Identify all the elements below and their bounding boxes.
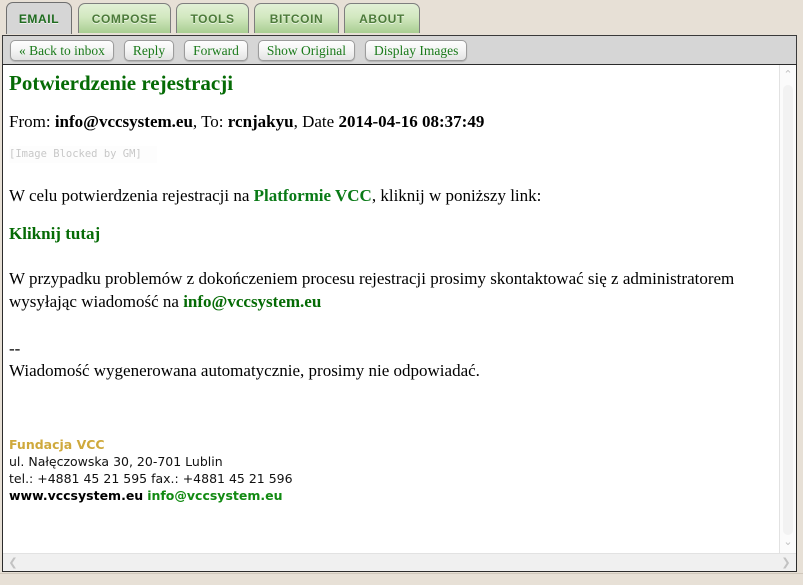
signature-phone: tel.: +4881 45 21 595 fax.: +4881 45 21 … xyxy=(9,470,293,486)
signature-links: www.vccsystem.eu info@vccsystem.eu xyxy=(9,487,777,504)
tab-compose-label: COMPOSE xyxy=(91,11,158,26)
body-p2-pre: W przypadku problemów z dokończeniem pro… xyxy=(9,268,735,311)
vertical-scrollbar[interactable]: ⌃ ⌄ xyxy=(779,65,796,556)
signature-email[interactable]: info@vccsystem.eu xyxy=(147,488,282,503)
tab-tools[interactable]: TOOLS xyxy=(176,3,249,33)
email-subject: Potwierdzenie rejestracji xyxy=(9,71,234,95)
tab-bitcoin[interactable]: BITCOIN xyxy=(254,3,339,33)
signature-separator: -- xyxy=(9,338,21,358)
date-label: Date xyxy=(302,112,335,131)
platform-name: Platformie VCC xyxy=(253,186,372,205)
message-body: Potwierdzenie rejestracji From: info@vcc… xyxy=(3,65,781,555)
signature-website[interactable]: www.vccsystem.eu xyxy=(9,488,143,503)
scroll-right-icon[interactable]: ❯ xyxy=(778,554,794,571)
blocked-image-placeholder: [Image Blocked by GM] xyxy=(9,146,157,163)
tab-about[interactable]: ABOUT xyxy=(344,3,420,33)
body-paragraph-2: W przypadku problemów z dokończeniem pro… xyxy=(9,268,777,314)
window-bottom-edge xyxy=(0,573,803,585)
email-signature: Fundacja VCC ul. Nałęczowska 30, 20-701 … xyxy=(9,436,777,504)
meta-comma-2: , xyxy=(293,112,303,131)
back-to-inbox-button[interactable]: « Back to inbox xyxy=(10,39,114,61)
body-p1-pre: W celu potwierdzenia rejestracji na xyxy=(9,186,254,205)
scroll-left-icon[interactable]: ❮ xyxy=(5,554,21,571)
forward-button[interactable]: Forward xyxy=(184,39,248,61)
date-value: 2014-04-16 08:37:49 xyxy=(338,112,485,131)
show-original-button[interactable]: Show Original xyxy=(257,39,355,61)
confirm-registration-link[interactable]: Kliknij tutaj xyxy=(9,224,100,243)
tab-compose[interactable]: COMPOSE xyxy=(78,3,171,33)
to-value: rcnjakyu xyxy=(227,112,294,131)
to-label: To: xyxy=(201,112,224,131)
scroll-up-icon[interactable]: ⌃ xyxy=(780,67,796,83)
signature-organization: Fundacja VCC xyxy=(9,436,105,452)
display-images-button[interactable]: Display Images xyxy=(365,39,468,61)
body-p1-post: , kliknij w poniższy link: xyxy=(371,186,542,205)
tab-bitcoin-label: BITCOIN xyxy=(269,11,324,26)
tab-email[interactable]: EMAIL xyxy=(6,2,72,34)
body-paragraph-1: W celu potwierdzenia rejestracji na Plat… xyxy=(9,185,777,208)
from-label: From: xyxy=(9,112,51,131)
auto-generated-note: Wiadomość wygenerowana automatycznie, pr… xyxy=(9,360,480,380)
tab-bar: EMAIL COMPOSE TOOLS BITCOIN ABOUT xyxy=(0,0,803,36)
meta-comma-1: , xyxy=(192,112,202,131)
tab-tools-label: TOOLS xyxy=(190,11,235,26)
from-value: info@vccsystem.eu xyxy=(54,112,193,131)
reply-button[interactable]: Reply xyxy=(123,39,175,61)
cta-link-row: Kliknij tutaj xyxy=(9,223,777,246)
vertical-scroll-thumb[interactable] xyxy=(783,85,793,535)
scroll-down-icon[interactable]: ⌄ xyxy=(780,534,796,550)
email-meta-line: From: info@vccsystem.eu, To: rcnjakyu, D… xyxy=(9,112,777,132)
support-email-link[interactable]: info@vccsystem.eu xyxy=(183,292,321,311)
message-frame: Potwierdzenie rejestracji From: info@vcc… xyxy=(2,64,797,572)
horizontal-scrollbar[interactable]: ❮ ❯ xyxy=(3,553,796,571)
tab-email-label: EMAIL xyxy=(18,11,60,26)
email-toolbar: « Back to inbox Reply Forward Show Origi… xyxy=(2,35,797,65)
tab-about-label: ABOUT xyxy=(359,11,405,26)
signature-address: ul. Nałęczowska 30, 20-701 Lublin xyxy=(9,453,223,469)
